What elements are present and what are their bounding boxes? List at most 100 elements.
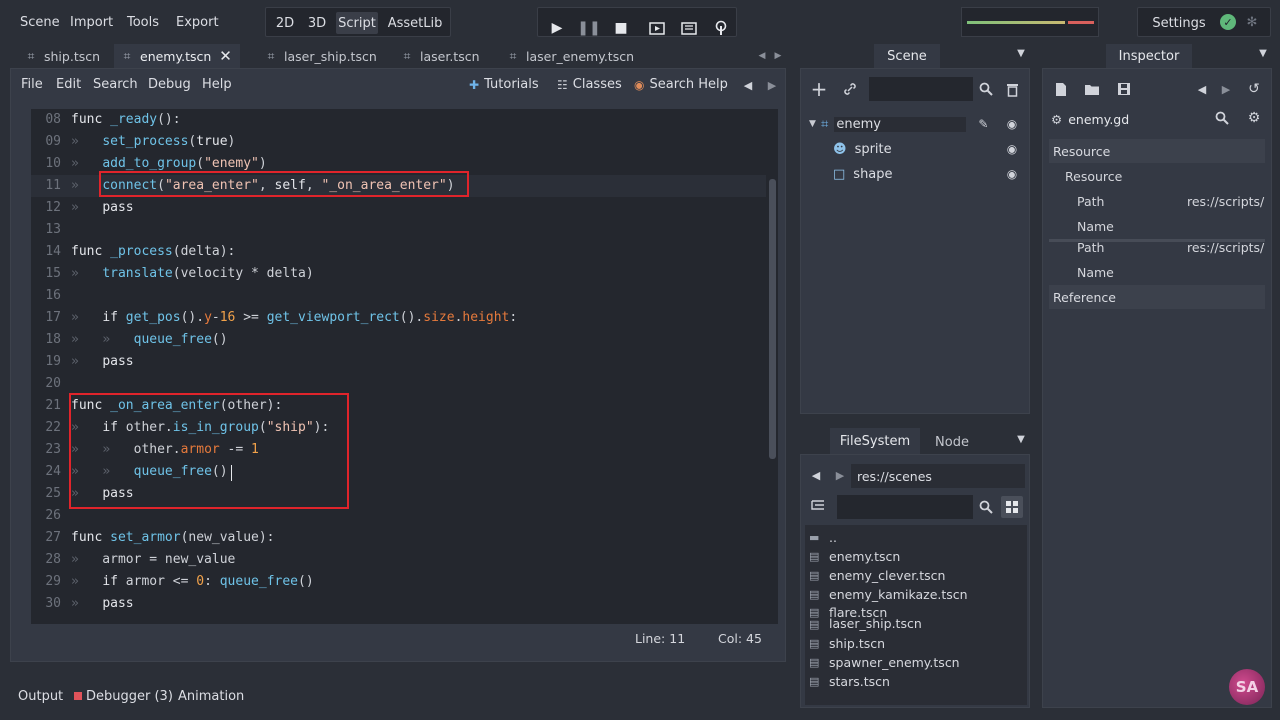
code-line[interactable]: 17 » if get_pos().y-16 >= get_viewport_re… bbox=[31, 307, 766, 329]
object-settings-icon[interactable]: ⚙ bbox=[1245, 109, 1263, 127]
scene-dock-tab[interactable]: Scene bbox=[874, 44, 940, 68]
stop-icon[interactable]: ■ bbox=[608, 15, 634, 41]
tab-filesystem[interactable]: FileSystem bbox=[830, 428, 920, 454]
play-icon[interactable]: ▶ bbox=[544, 15, 570, 41]
scene-dock-menu-icon[interactable]: ▼ bbox=[1014, 46, 1028, 60]
tab-animation[interactable]: Animation bbox=[178, 686, 244, 706]
editor-menu-help[interactable]: Help bbox=[202, 77, 232, 92]
add-node-icon[interactable]: + bbox=[809, 77, 829, 101]
search-icon[interactable] bbox=[977, 80, 995, 98]
menu-export[interactable]: Export bbox=[176, 11, 219, 33]
code-scrollbar[interactable] bbox=[769, 179, 776, 459]
code-line[interactable]: 16 bbox=[31, 285, 766, 307]
tab-laser[interactable]: ⌗ laser.tscn bbox=[394, 44, 490, 68]
code-area[interactable]: 08 func _ready(): 09 » set_process(true) 10 »… bbox=[31, 109, 778, 624]
mode-3d-button[interactable]: 3D bbox=[304, 12, 330, 34]
tab-ship[interactable]: ⌗ ship.tscn bbox=[18, 44, 114, 68]
tutorials-button[interactable]: ✚ Tutorials bbox=[469, 77, 539, 92]
back-icon[interactable]: ◀ bbox=[809, 467, 823, 483]
tabs-scroll-left-icon[interactable]: ◀ bbox=[756, 48, 768, 64]
code-line[interactable]: 19 » pass bbox=[31, 351, 766, 373]
remote-debug-icon[interactable] bbox=[708, 15, 734, 41]
mode-script-button[interactable]: Script bbox=[336, 12, 378, 34]
subsection-resource[interactable]: Resource bbox=[1065, 164, 1265, 188]
forward-icon[interactable]: ▶ bbox=[833, 467, 847, 483]
search-icon[interactable] bbox=[977, 498, 995, 516]
editor-menu-debug[interactable]: Debug bbox=[148, 77, 191, 92]
visibility-eye-icon[interactable]: ◉ bbox=[1005, 167, 1019, 181]
path-field[interactable]: res://scenes bbox=[851, 464, 1025, 488]
open-folder-icon[interactable] bbox=[1083, 80, 1101, 98]
search-icon[interactable] bbox=[1213, 109, 1231, 127]
save-icon[interactable] bbox=[1115, 80, 1133, 98]
file-item-parent[interactable]: ▬.. bbox=[809, 528, 837, 547]
file-item[interactable]: ▤ enemy.tscn bbox=[809, 547, 900, 566]
visibility-eye-icon[interactable]: ◉ bbox=[1005, 142, 1019, 156]
code-line[interactable]: 18 » » queue_free() bbox=[31, 329, 766, 351]
code-line[interactable]: 20 bbox=[31, 373, 766, 395]
new-resource-icon[interactable] bbox=[1053, 80, 1069, 98]
link-icon[interactable] bbox=[841, 80, 859, 98]
history-icon[interactable]: ↺ bbox=[1245, 80, 1263, 98]
scene-filter-input[interactable] bbox=[869, 77, 973, 101]
editor-menu-file[interactable]: File bbox=[21, 77, 43, 92]
script-next-icon[interactable]: ▶ bbox=[765, 77, 779, 93]
delete-icon[interactable] bbox=[1003, 80, 1021, 98]
file-item[interactable]: ▤ enemy_clever.tscn bbox=[809, 566, 945, 585]
history-forward-icon[interactable]: ▶ bbox=[1219, 80, 1233, 98]
tab-laser-ship[interactable]: ⌗ laser_ship.tscn bbox=[258, 44, 386, 68]
grid-view-icon[interactable] bbox=[1001, 496, 1023, 518]
tab-enemy[interactable]: ⌗ enemy.tscn ✕ bbox=[114, 44, 240, 68]
history-back-icon[interactable]: ◀ bbox=[1195, 80, 1209, 98]
code-line[interactable]: 28 » armor = new_value bbox=[31, 549, 766, 571]
file-item[interactable]: ▤ spawner_enemy.tscn bbox=[809, 653, 960, 672]
editor-menu-edit[interactable]: Edit bbox=[56, 77, 81, 92]
code-line[interactable]: 08 func _ready(): bbox=[31, 109, 766, 131]
pause-icon[interactable]: ❚❚ bbox=[576, 15, 602, 41]
file-item[interactable]: ▤ stars.tscn bbox=[809, 672, 890, 691]
property-path-value[interactable]: res://scripts/ bbox=[1187, 189, 1267, 213]
code-line[interactable]: 30 » pass bbox=[31, 593, 766, 615]
search-help-button[interactable]: ◉ Search Help bbox=[634, 77, 728, 92]
play-scene-icon[interactable] bbox=[644, 15, 670, 41]
file-item[interactable]: ▤ ship.tscn bbox=[809, 634, 885, 653]
tree-node-enemy[interactable]: ▼ ⌗ enemy ✎ bbox=[809, 113, 1021, 135]
tree-view-icon[interactable] bbox=[809, 497, 827, 515]
visibility-eye-icon[interactable]: ◉ bbox=[1005, 117, 1019, 131]
close-icon[interactable]: ✕ bbox=[219, 47, 232, 65]
file-item[interactable]: ▤ enemy_kamikaze.tscn bbox=[809, 585, 968, 604]
tree-node-sprite[interactable]: ☻ sprite bbox=[833, 138, 892, 160]
tab-debugger[interactable]: Debugger (3) bbox=[74, 686, 173, 706]
filesystem-menu-icon[interactable]: ▼ bbox=[1014, 432, 1028, 446]
editor-menu-search[interactable]: Search bbox=[93, 77, 138, 92]
code-line[interactable]: 12 » pass bbox=[31, 197, 766, 219]
tab-laser-enemy[interactable]: ⌗ laser_enemy.tscn bbox=[500, 44, 640, 68]
code-line[interactable]: 13 bbox=[31, 219, 766, 241]
file-filter-input[interactable] bbox=[837, 495, 973, 519]
code-line[interactable]: 27 func set_armor(new_value): bbox=[31, 527, 766, 549]
play-custom-scene-icon[interactable] bbox=[676, 15, 702, 41]
inspector-tab[interactable]: Inspector bbox=[1106, 44, 1192, 68]
code-line[interactable]: 14 func _process(delta): bbox=[31, 241, 766, 263]
classes-button[interactable]: ☷ Classes bbox=[557, 77, 622, 92]
property-path-value-2[interactable]: res://scripts/ bbox=[1187, 235, 1267, 259]
menu-tools[interactable]: Tools bbox=[127, 11, 159, 33]
tab-node[interactable]: Node bbox=[924, 430, 980, 454]
inspector-menu-icon[interactable]: ▼ bbox=[1256, 46, 1270, 60]
mode-2d-button[interactable]: 2D bbox=[272, 12, 298, 34]
script-prev-icon[interactable]: ◀ bbox=[741, 77, 755, 93]
code-line[interactable]: 15 » translate(velocity * delta) bbox=[31, 263, 766, 285]
tabs-scroll-right-icon[interactable]: ▶ bbox=[772, 48, 784, 64]
collapse-arrow-icon[interactable]: ▼ bbox=[809, 119, 819, 129]
section-resource[interactable]: Resource bbox=[1049, 139, 1265, 163]
section-reference[interactable]: Reference bbox=[1049, 285, 1265, 309]
code-line[interactable]: 09 » set_process(true) bbox=[31, 131, 766, 153]
settings-button[interactable]: Settings bbox=[1144, 12, 1214, 34]
menu-scene[interactable]: Scene bbox=[20, 11, 60, 33]
script-icon[interactable]: ✎ bbox=[978, 117, 988, 131]
tree-node-shape[interactable]: □ shape bbox=[833, 163, 893, 185]
code-line[interactable]: 29 » if armor <= 0: queue_free() bbox=[31, 571, 766, 593]
menu-import[interactable]: Import bbox=[70, 11, 113, 33]
mode-assetlib-button[interactable]: AssetLib bbox=[384, 12, 446, 34]
tab-output[interactable]: Output bbox=[18, 686, 63, 706]
